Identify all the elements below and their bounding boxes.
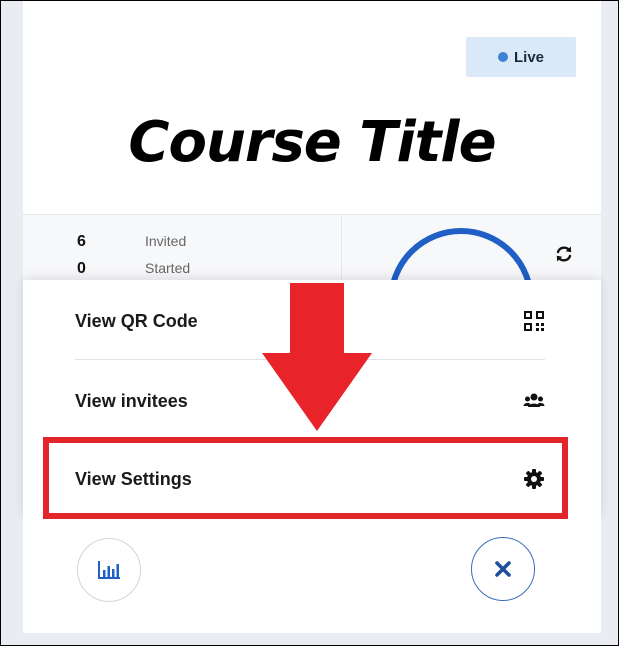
background-right: [601, 1, 618, 645]
qr-code-icon: [524, 311, 544, 331]
menu-item-label: View QR Code: [75, 310, 198, 331]
background-left: [1, 1, 23, 645]
started-label: Started: [145, 260, 191, 276]
refresh-icon[interactable]: [554, 244, 574, 264]
invited-count: 6: [77, 233, 86, 250]
started-count: 0: [77, 260, 86, 277]
menu-item-label: View invitees: [75, 390, 188, 411]
status-badge-label: Live: [513, 48, 544, 66]
live-dot-icon: [497, 52, 508, 62]
status-badge: Live: [466, 37, 576, 77]
users-icon: [523, 393, 545, 407]
page-title: Course Title: [128, 110, 496, 175]
close-icon: [495, 561, 511, 577]
highlight-box: [43, 437, 568, 519]
analytics-button[interactable]: [77, 538, 141, 602]
page-background-bottom: [23, 633, 601, 645]
close-button[interactable]: [471, 537, 535, 601]
down-arrow-icon: [262, 283, 372, 431]
bar-chart-icon: [98, 561, 120, 579]
stats-divider: [341, 214, 342, 280]
invited-label: Invited: [145, 233, 187, 249]
